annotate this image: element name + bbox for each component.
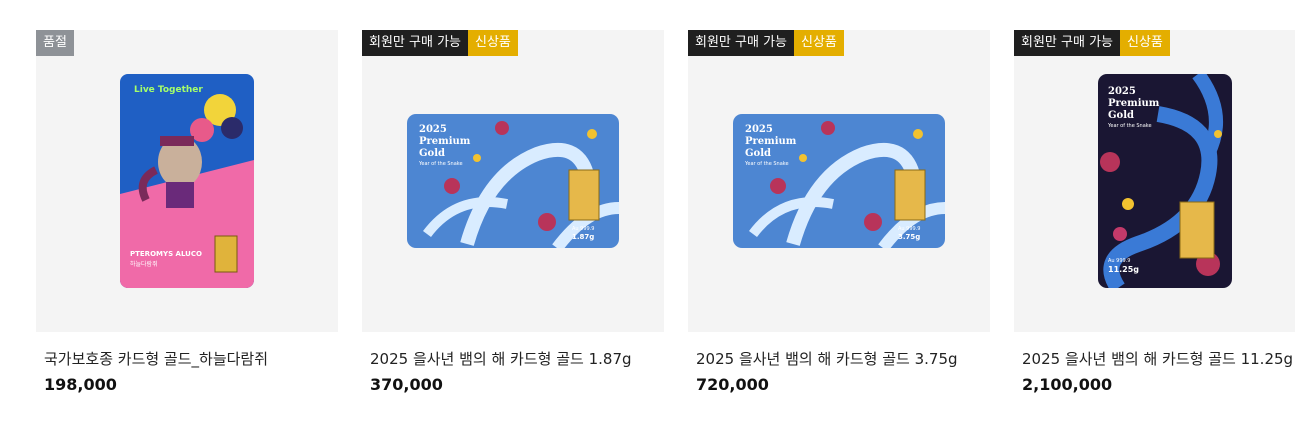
- card-year: 2025: [419, 124, 447, 135]
- product-image: 2025 Premium Gold Year of the Snake Au 9…: [407, 114, 619, 248]
- product-card[interactable]: 회원만 구매 가능 신상품 2025 Premium Gold Year of …: [688, 30, 990, 394]
- card-line2: Gold: [419, 148, 445, 159]
- product-price: 370,000: [370, 375, 443, 394]
- product-name[interactable]: 2025 을사년 뱀의 해 카드형 골드 1.87g: [370, 348, 632, 369]
- card-line3: Year of the Snake: [1107, 123, 1152, 129]
- product-card[interactable]: 품절 Live Together PTEROMYS ALUCO 하늘다람쥐 국가…: [36, 30, 338, 394]
- product-grid: 품절 Live Together PTEROMYS ALUCO 하늘다람쥐 국가…: [0, 0, 1295, 437]
- members-only-badge: 회원만 구매 가능: [1014, 30, 1120, 56]
- soldout-badge: 품절: [36, 30, 74, 56]
- card-line1: Premium: [745, 136, 797, 147]
- product-image: 2025 Premium Gold Year of the Snake Au 9…: [733, 114, 945, 248]
- product-price: 198,000: [44, 375, 117, 394]
- card-weight: 3.75g: [898, 233, 920, 241]
- card-year: 2025: [1108, 86, 1136, 97]
- product-image: 2025 Premium Gold Year of the Snake Au 9…: [1098, 74, 1232, 288]
- badge-group: 회원만 구매 가능 신상품: [362, 30, 518, 56]
- product-name[interactable]: 2025 을사년 뱀의 해 카드형 골드 3.75g: [696, 348, 958, 369]
- product-thumbnail[interactable]: 회원만 구매 가능 신상품 2025 Premium Gold Year of …: [362, 30, 664, 332]
- product-thumbnail[interactable]: 품절 Live Together PTEROMYS ALUCO 하늘다람쥐: [36, 30, 338, 332]
- product-price: 720,000: [696, 375, 769, 394]
- card-line3: Year of the Snake: [418, 161, 463, 167]
- new-badge: 신상품: [794, 30, 844, 56]
- new-badge: 신상품: [1120, 30, 1170, 56]
- product-name[interactable]: 국가보호종 카드형 골드_하늘다람쥐: [44, 348, 268, 369]
- card-title: Live Together: [134, 85, 203, 95]
- product-price: 2,100,000: [1022, 375, 1113, 394]
- card-line3: Year of the Snake: [744, 161, 789, 167]
- product-image: Live Together PTEROMYS ALUCO 하늘다람쥐: [120, 74, 254, 288]
- badge-group: 품절: [36, 30, 74, 56]
- card-line1: Premium: [1108, 98, 1160, 109]
- card-weight: 11.25g: [1108, 265, 1139, 274]
- badge-group: 회원만 구매 가능 신상품: [688, 30, 844, 56]
- card-line2: Gold: [745, 148, 771, 159]
- product-name[interactable]: 2025 을사년 뱀의 해 카드형 골드 11.25g: [1022, 348, 1293, 369]
- card-line2: Gold: [1108, 110, 1134, 121]
- card-purity: Au 999.9: [1108, 258, 1131, 264]
- members-only-badge: 회원만 구매 가능: [688, 30, 794, 56]
- members-only-badge: 회원만 구매 가능: [362, 30, 468, 56]
- card-year: 2025: [745, 124, 773, 135]
- card-species: PTEROMYS ALUCO: [130, 250, 202, 258]
- card-purity: Au 999.9: [898, 226, 921, 232]
- product-card[interactable]: 회원만 구매 가능 신상품 2025 Premium Gold Year of …: [1014, 30, 1295, 394]
- product-thumbnail[interactable]: 회원만 구매 가능 신상품 2025 Premium Gold Year of …: [1014, 30, 1295, 332]
- card-weight: 1.87g: [572, 233, 594, 241]
- card-line1: Premium: [419, 136, 471, 147]
- card-purity: Au 999.9: [572, 226, 595, 232]
- product-thumbnail[interactable]: 회원만 구매 가능 신상품 2025 Premium Gold Year of …: [688, 30, 990, 332]
- card-kname: 하늘다람쥐: [130, 260, 158, 268]
- badge-group: 회원만 구매 가능 신상품: [1014, 30, 1170, 56]
- product-card[interactable]: 회원만 구매 가능 신상품 2025 Premium Gold Year of …: [362, 30, 664, 394]
- new-badge: 신상품: [468, 30, 518, 56]
